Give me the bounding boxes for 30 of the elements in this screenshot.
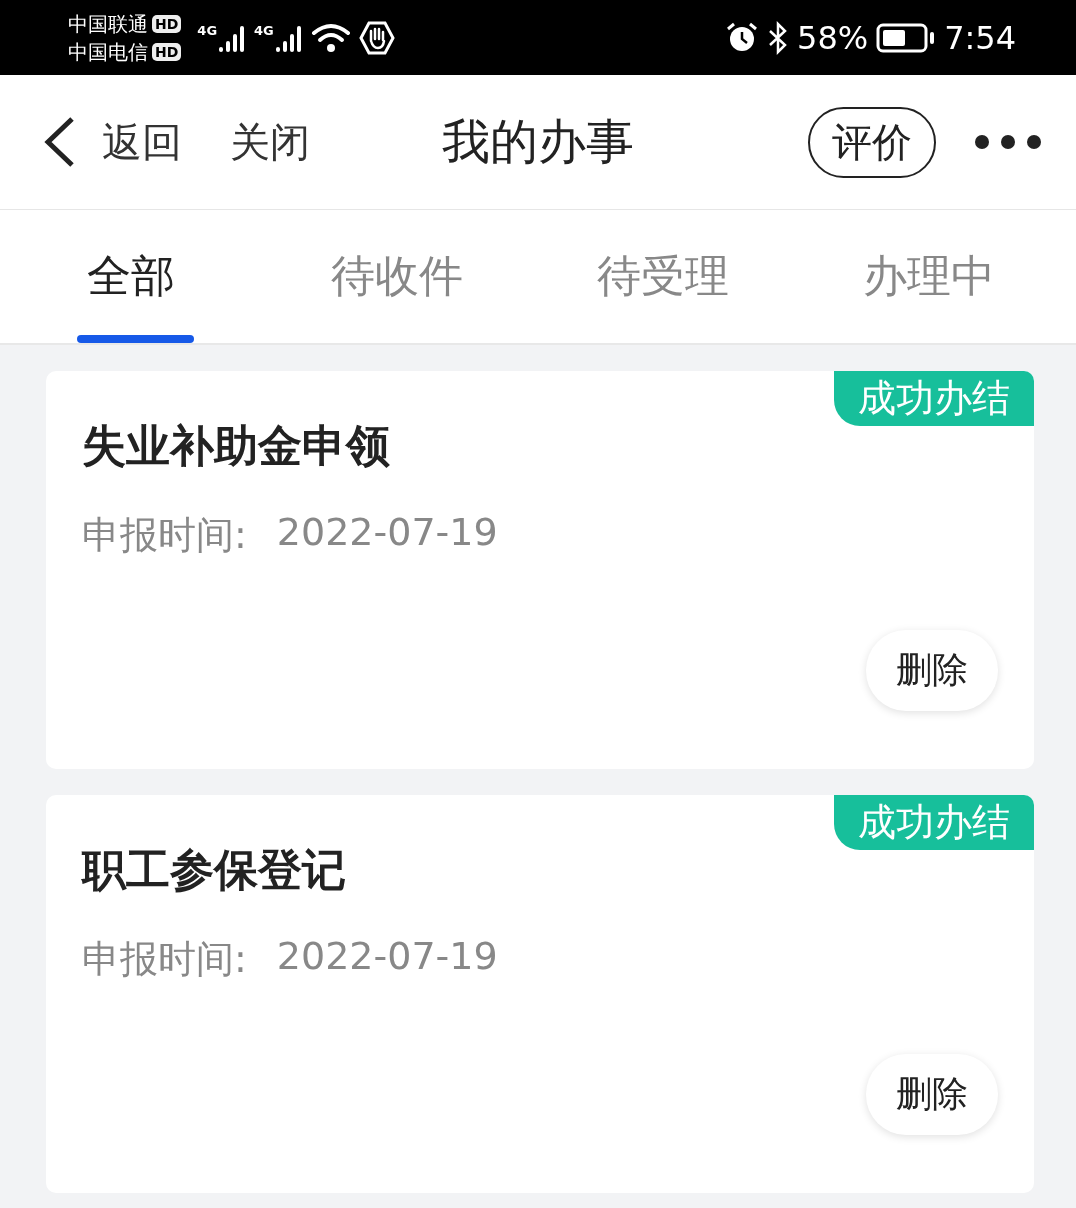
carrier-name: 中国联通 <box>68 11 148 36</box>
battery-icon <box>876 22 937 53</box>
battery-percent: 58% <box>797 18 869 57</box>
back-icon[interactable] <box>42 116 76 168</box>
date-label: 申报时间: <box>82 936 247 983</box>
status-badge: 成功办结 <box>834 795 1034 850</box>
close-link[interactable]: 关闭 <box>230 114 310 170</box>
status-badge: 成功办结 <box>834 371 1034 426</box>
record-card[interactable]: 成功办结 职工参保登记 申报时间: 2022-07-19 删除 <box>46 795 1034 1193</box>
carrier-name: 中国电信 <box>68 39 148 64</box>
back-link[interactable]: 返回 <box>102 114 182 170</box>
hd-badge: HD <box>152 42 182 61</box>
record-card[interactable]: 成功办结 失业补助金申领 申报时间: 2022-07-19 删除 <box>46 371 1034 769</box>
card-title: 失业补助金申领 <box>82 419 391 473</box>
hd-badge: HD <box>152 14 182 33</box>
rate-button[interactable]: 评价 <box>808 106 936 178</box>
clock: 7:54 <box>944 18 1016 57</box>
bluetooth-icon <box>767 20 789 55</box>
delete-button[interactable]: 删除 <box>866 1054 998 1135</box>
date-value: 2022-07-19 <box>276 934 498 980</box>
page-title: 我的办事 <box>442 112 634 171</box>
date-label: 申报时间: <box>82 512 247 559</box>
network-type: 4G <box>254 22 274 38</box>
hand-icon <box>358 20 395 55</box>
date-value: 2022-07-19 <box>276 510 498 556</box>
wifi-icon <box>310 21 351 54</box>
card-title: 职工参保登记 <box>82 843 347 897</box>
network-type: 4G <box>197 22 218 38</box>
delete-button[interactable]: 删除 <box>866 630 998 711</box>
more-icon[interactable] <box>974 134 1042 150</box>
